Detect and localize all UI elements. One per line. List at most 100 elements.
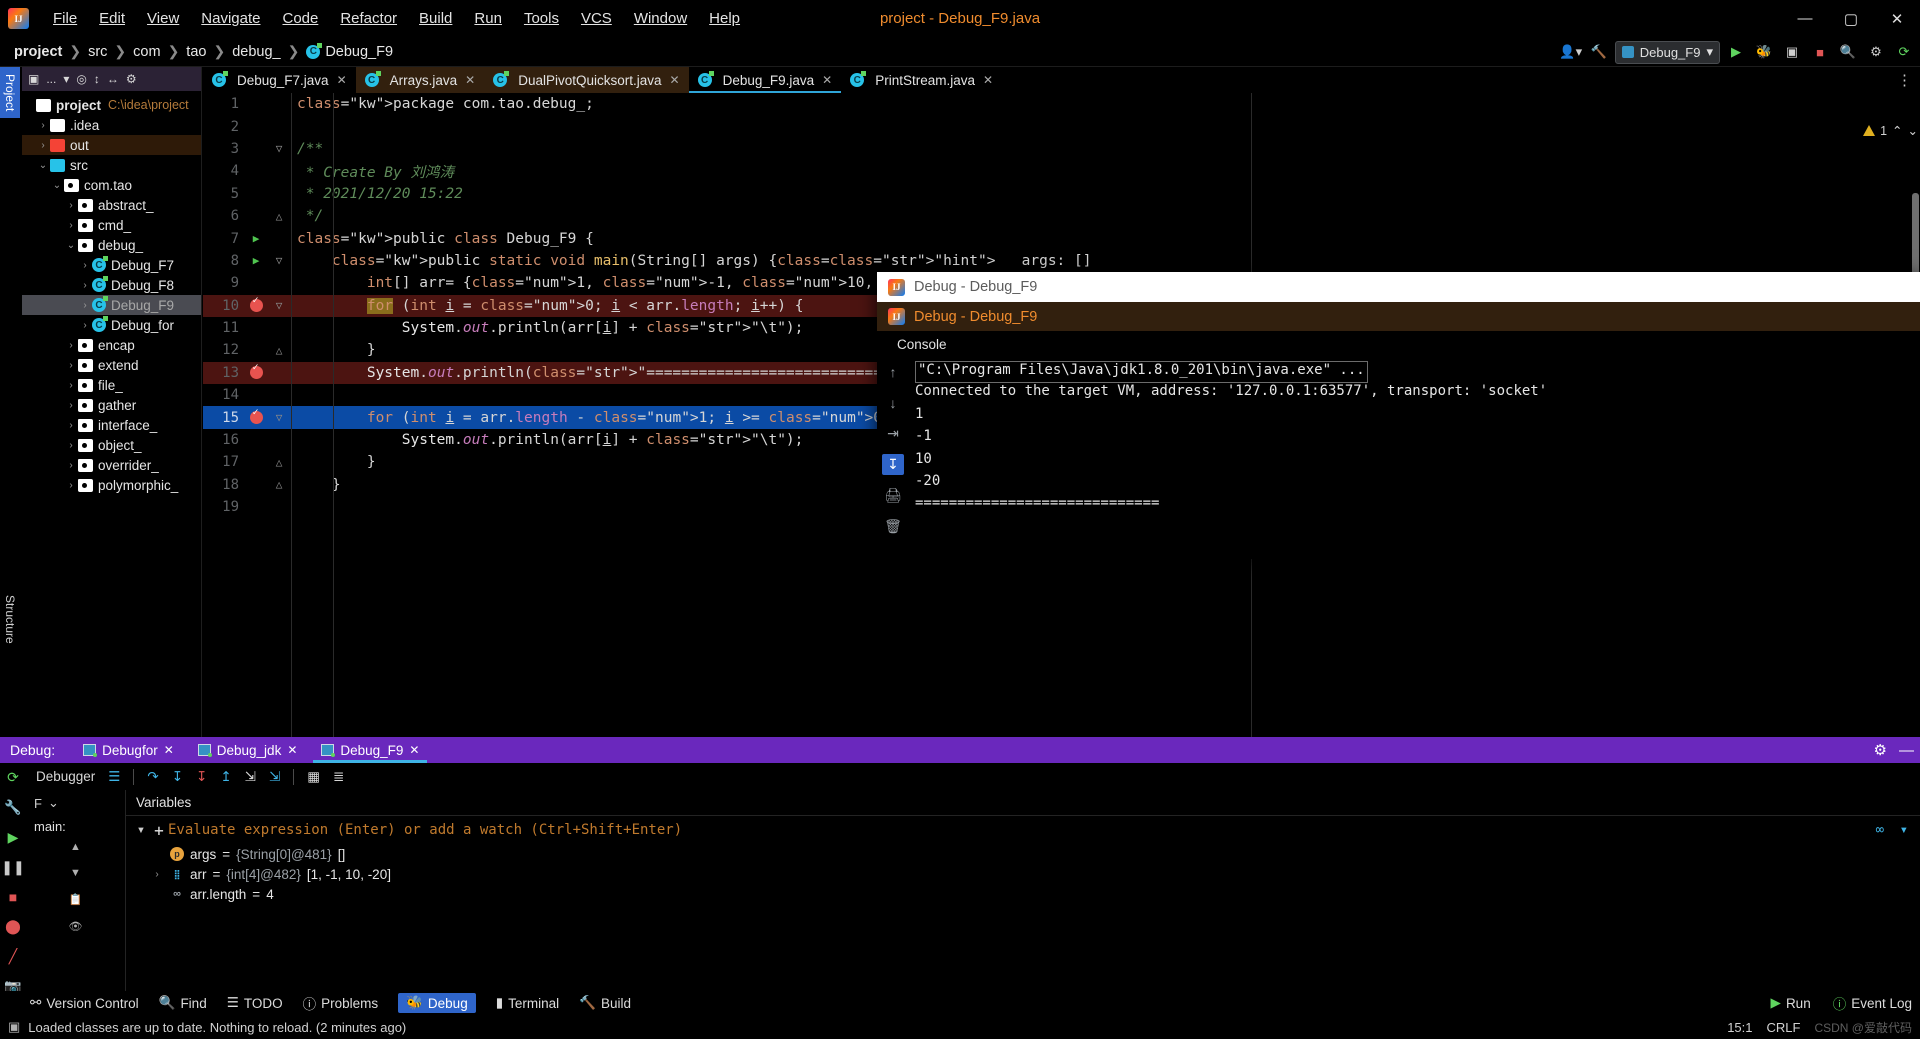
fold-icon[interactable]: △ bbox=[267, 478, 291, 491]
tree-root[interactable]: project C:\idea\project bbox=[22, 95, 201, 115]
copy-stack-icon[interactable]: 📋 bbox=[69, 893, 83, 906]
debug-session-tab[interactable]: Debugfor✕ bbox=[71, 737, 186, 763]
tab-console[interactable]: Console bbox=[897, 337, 947, 352]
line-separator[interactable]: CRLF bbox=[1767, 1020, 1801, 1035]
run-gutter-icon[interactable]: ▶ bbox=[245, 232, 267, 245]
toolwindow-button-version-control[interactable]: ⚯Version Control bbox=[30, 995, 139, 1011]
evaluate-expression-row[interactable]: ▾ + Evaluate expression (Enter) or add a… bbox=[126, 816, 1920, 844]
tree-item[interactable]: ›CDebug_F9 bbox=[22, 295, 201, 315]
more-tabs-icon[interactable]: ⋮ bbox=[1897, 67, 1920, 93]
close-icon[interactable]: ✕ bbox=[983, 73, 993, 87]
chevron-icon[interactable]: › bbox=[64, 380, 78, 391]
tree-item[interactable]: ›overrider_ bbox=[22, 455, 201, 475]
scroll-to-end-icon[interactable]: ↧ bbox=[882, 454, 904, 475]
tree-item[interactable]: ›polymorphic_ bbox=[22, 475, 201, 495]
eye-icon[interactable]: 👁 bbox=[69, 920, 83, 933]
editor-tab[interactable]: CDebug_F7.java✕ bbox=[203, 67, 356, 93]
dialog-titlebar-active[interactable]: IJ Debug - Debug_F9 bbox=[877, 302, 1920, 331]
chevron-icon[interactable]: › bbox=[64, 440, 78, 451]
mute-breakpoints-icon[interactable]: ╱ bbox=[2, 948, 24, 965]
rerun-icon[interactable]: ⟳ bbox=[2, 769, 24, 786]
settings-icon[interactable]: ⚙ bbox=[1864, 40, 1888, 64]
tree-item[interactable]: ›CDebug_F8 bbox=[22, 275, 201, 295]
chevron-icon[interactable]: › bbox=[78, 320, 92, 331]
menu-run[interactable]: Run bbox=[463, 8, 513, 29]
project-view-icon[interactable]: ▣ bbox=[28, 72, 39, 86]
tree-item[interactable]: ›object_ bbox=[22, 435, 201, 455]
step-into-icon[interactable]: ↧ bbox=[172, 769, 183, 785]
editor-tab[interactable]: CArrays.java✕ bbox=[356, 67, 485, 93]
tree-item[interactable]: ›CDebug_for bbox=[22, 315, 201, 335]
soft-wrap-icon[interactable]: ⇥ bbox=[882, 423, 904, 444]
close-button[interactable]: ✕ bbox=[1874, 0, 1920, 37]
debug-session-tab[interactable]: Debug_F9✕ bbox=[309, 737, 431, 763]
editor-tab[interactable]: CPrintStream.java✕ bbox=[841, 67, 1002, 93]
toolwindow-button-todo[interactable]: ☰TODO bbox=[227, 995, 283, 1011]
sidebar-item-project[interactable]: Project bbox=[0, 67, 20, 118]
fold-icon[interactable]: ▽ bbox=[267, 299, 291, 312]
code-line[interactable]: 4 * Create By 刘鸿涛 bbox=[203, 160, 1920, 182]
chevron-down-icon[interactable]: ▾ bbox=[1900, 822, 1908, 838]
chevron-icon[interactable]: › bbox=[64, 420, 78, 431]
code-line[interactable]: 6△ */ bbox=[203, 205, 1920, 227]
chevron-icon[interactable]: › bbox=[78, 300, 92, 311]
step-out-icon[interactable]: ↥ bbox=[220, 769, 231, 785]
frames-filter[interactable]: F ⌄ bbox=[26, 790, 125, 816]
menu-code[interactable]: Code bbox=[271, 8, 329, 29]
caret-position[interactable]: 15:1 bbox=[1727, 1020, 1752, 1035]
chevron-icon[interactable]: ⌄ bbox=[36, 160, 50, 171]
evaluate-icon[interactable]: ▦ bbox=[307, 769, 320, 785]
code-line[interactable]: 5 * 2021/12/20 15:22 bbox=[203, 183, 1920, 205]
chevron-icon[interactable]: › bbox=[36, 140, 50, 151]
toolwindow-button-build[interactable]: 🔨Build bbox=[579, 995, 631, 1011]
fold-icon[interactable]: ▽ bbox=[267, 254, 291, 267]
toolwindow-button-terminal[interactable]: ▮Terminal bbox=[496, 995, 559, 1011]
frame-down-icon[interactable]: ▼ bbox=[70, 867, 81, 879]
force-step-into-icon[interactable]: ↧ bbox=[196, 769, 207, 785]
link-icon[interactable]: ∞ bbox=[1876, 822, 1884, 838]
menu-view[interactable]: View bbox=[136, 8, 190, 29]
mute-icon[interactable]: ≣ bbox=[333, 769, 344, 785]
trash-icon[interactable]: 🗑 bbox=[882, 516, 904, 537]
drop-frame-icon[interactable]: ⇲ bbox=[245, 769, 256, 785]
toolwindow-button-debug[interactable]: 🐝Debug bbox=[398, 993, 476, 1013]
code-line[interactable]: 3▽/** bbox=[203, 138, 1920, 160]
variable-row[interactable]: ›⣿arr={int[4]@482}[1, -1, 10, -20] bbox=[126, 864, 1920, 884]
chevron-down-icon[interactable]: ⌄ bbox=[1908, 123, 1918, 138]
close-icon[interactable]: ✕ bbox=[465, 73, 475, 87]
chevron-icon[interactable]: › bbox=[78, 280, 92, 291]
breakpoints-icon[interactable]: ⬤ bbox=[2, 918, 24, 935]
editor-tab[interactable]: CDebug_F9.java✕ bbox=[689, 67, 842, 93]
chevron-down-icon[interactable]: ▾ bbox=[63, 72, 69, 86]
fold-icon[interactable]: △ bbox=[267, 456, 291, 469]
tree-item[interactable]: ›encap bbox=[22, 335, 201, 355]
chevron-icon[interactable]: › bbox=[64, 400, 78, 411]
tree-item[interactable]: ›out bbox=[22, 135, 201, 155]
run-configuration-selector[interactable]: Debug_F9 ▾ bbox=[1615, 41, 1720, 64]
frame-up-icon[interactable]: ▲ bbox=[70, 841, 81, 853]
chevron-icon[interactable]: › bbox=[64, 200, 78, 211]
tree-item[interactable]: ›file_ bbox=[22, 375, 201, 395]
menu-build[interactable]: Build bbox=[408, 8, 463, 29]
coverage-icon[interactable]: ▣ bbox=[1780, 40, 1804, 64]
menu-tools[interactable]: Tools bbox=[513, 8, 570, 29]
settings-icon[interactable]: ⚙ bbox=[1874, 741, 1887, 759]
chevron-icon[interactable]: ⌄ bbox=[50, 180, 64, 191]
fold-icon[interactable]: △ bbox=[267, 344, 291, 357]
inspection-status[interactable]: 1 ⌃ ⌄ bbox=[1863, 123, 1918, 138]
chevron-icon[interactable]: › bbox=[64, 480, 78, 491]
search-icon[interactable]: 🔍 bbox=[1836, 40, 1860, 64]
menu-navigate[interactable]: Navigate bbox=[190, 8, 271, 29]
menu-file[interactable]: File bbox=[42, 8, 88, 29]
run-to-cursor-icon[interactable]: ⇲ bbox=[269, 769, 280, 785]
pause-icon[interactable]: ❚❚ bbox=[2, 859, 24, 876]
collapse-all-icon[interactable]: ↔ bbox=[107, 72, 119, 86]
breakpoint-icon[interactable] bbox=[245, 366, 267, 379]
update-icon[interactable]: ⟳ bbox=[1892, 40, 1916, 64]
hammer-icon[interactable]: 🔨 bbox=[1587, 40, 1611, 64]
run-icon[interactable]: ▶ bbox=[1724, 40, 1748, 64]
toolwindow-button-problems[interactable]: ⓘProblems bbox=[303, 993, 379, 1013]
add-watch-icon[interactable]: + bbox=[150, 821, 168, 840]
console-output[interactable]: "C:\Program Files\Java\jdk1.8.0_201\bin\… bbox=[909, 357, 1920, 559]
chevron-icon[interactable]: › bbox=[64, 340, 78, 351]
